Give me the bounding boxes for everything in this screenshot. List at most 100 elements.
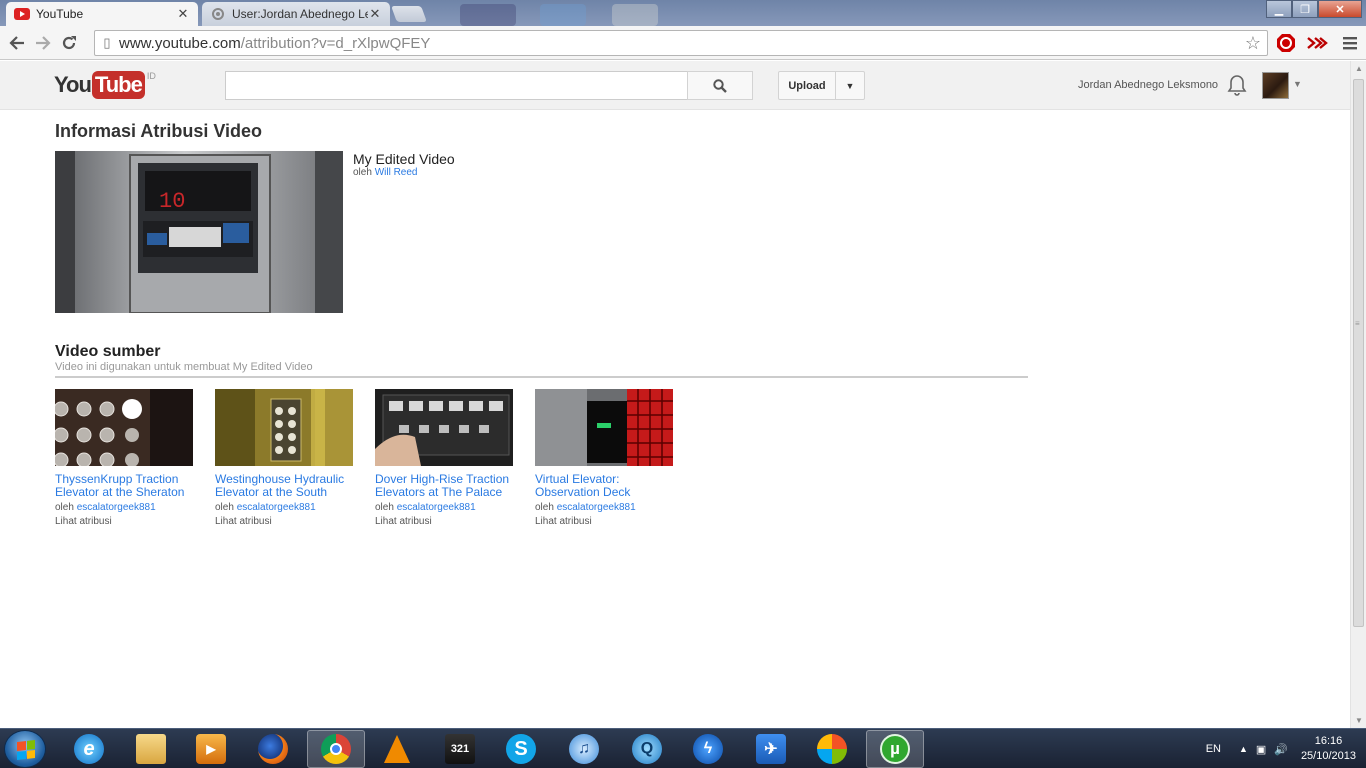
view-attribution-link[interactable]: Lihat atribusi (535, 516, 673, 527)
tab-user-page[interactable]: User:Jordan Abednego Lek ✕ (202, 2, 390, 26)
reload-icon[interactable] (56, 30, 82, 56)
source-video-title[interactable]: ThyssenKrupp Traction Elevator at the Sh… (55, 473, 193, 499)
taskbar-utorrent[interactable]: µ (866, 730, 924, 768)
video-byline: oleh Will Reed (353, 167, 418, 178)
taskbar-internet-explorer[interactable]: e (60, 730, 118, 768)
youtube-masthead: You Tube ID Upload ▼ Jordan Abednego Lek… (0, 61, 1350, 110)
source-video-title[interactable]: Westinghouse Hydraulic Elevator at the S… (215, 473, 353, 499)
close-window-icon[interactable]: ✕ (1318, 0, 1362, 18)
view-attribution-link[interactable]: Lihat atribusi (375, 516, 513, 527)
menu-icon[interactable] (1339, 32, 1361, 54)
source-video-thumbnail[interactable] (215, 389, 353, 466)
show-hidden-icons-icon[interactable]: ▲ (1239, 744, 1248, 754)
source-video-thumbnail[interactable] (535, 389, 673, 466)
close-tab-icon[interactable]: ✕ (176, 6, 190, 22)
clock-date: 25/10/2013 (1300, 750, 1356, 762)
view-attribution-link[interactable]: Lihat atribusi (55, 516, 193, 527)
video-title[interactable]: My Edited Video (353, 151, 455, 167)
source-video-title[interactable]: Virtual Elevator: Observation Deck Eleva… (535, 473, 673, 499)
adblock-extension-icon[interactable] (1275, 32, 1297, 54)
source-videos-heading: Video sumber (55, 343, 161, 360)
forward-arrow-icon[interactable] (30, 30, 56, 56)
youtube-logo[interactable]: You Tube ID (54, 71, 156, 99)
scrollbar-thumb[interactable] (1353, 79, 1364, 627)
taskbar-chrome[interactable] (307, 730, 365, 768)
page-title: Informasi Atribusi Video (55, 121, 263, 141)
windows-live-icon (817, 734, 847, 764)
channel-link[interactable]: escalatorgeek881 (397, 502, 476, 513)
close-tab-icon[interactable]: ✕ (368, 6, 382, 22)
firefox-icon (258, 734, 288, 764)
channel-link[interactable]: escalatorgeek881 (237, 502, 316, 513)
author-link[interactable]: Will Reed (375, 167, 418, 178)
new-tab-button[interactable] (391, 6, 427, 22)
page-icon: ▯ (103, 35, 111, 50)
taskbar-media-player-classic[interactable]: 321 (431, 730, 489, 768)
vlc-cone-icon (384, 735, 410, 763)
browser-toolbar: ▯ www.youtube.com/attribution?v=d_rXlpwQ… (0, 26, 1366, 60)
back-arrow-icon[interactable] (4, 30, 30, 56)
utorrent-icon: µ (880, 734, 910, 764)
search-input[interactable] (225, 71, 688, 100)
avatar[interactable] (1262, 72, 1289, 99)
upload-button[interactable]: Upload (778, 71, 836, 100)
scroll-up-icon[interactable]: ▲ (1355, 64, 1363, 73)
clock[interactable]: 16:16 25/10/2013 (1301, 734, 1356, 764)
bookmark-star-icon[interactable]: ☆ (1245, 33, 1261, 54)
taskbar-file-explorer[interactable] (122, 730, 180, 768)
maximize-icon[interactable]: ❐ (1292, 0, 1318, 18)
quicktime-icon: Q (632, 734, 662, 764)
lightning-icon: ϟ (693, 734, 723, 764)
username[interactable]: Jordan Abednego Leksmono (1078, 79, 1218, 91)
taskbar-flight-app[interactable]: ✈ (742, 730, 800, 768)
media-player-icon: ▶ (196, 734, 226, 764)
browser-tab-strip: YouTube ✕ User:Jordan Abednego Lek ✕ ▁ ❐… (0, 0, 1366, 26)
clock-time: 16:16 (1314, 735, 1343, 747)
page-favicon-icon (210, 8, 226, 20)
source-video-list: ThyssenKrupp Traction Elevator at the Sh… (55, 389, 695, 527)
scrollbar-grip-icon: ≡ (1355, 319, 1360, 328)
itunes-icon: ♫ (569, 734, 599, 764)
video-thumbnail[interactable]: 10 (55, 151, 343, 313)
minimize-icon[interactable]: ▁ (1266, 0, 1292, 18)
extension-icon[interactable] (1306, 32, 1328, 54)
network-icon[interactable]: ▣ (1256, 743, 1266, 756)
source-video-thumbnail[interactable] (55, 389, 193, 466)
source-video-card: Virtual Elevator: Observation Deck Eleva… (535, 389, 673, 527)
account-chevron-down-icon[interactable]: ▼ (1293, 79, 1302, 89)
search-button[interactable] (687, 71, 753, 100)
upload-menu-chevron-down-icon[interactable]: ▼ (835, 71, 865, 100)
tab-youtube[interactable]: YouTube ✕ (6, 2, 198, 26)
taskbar-skype[interactable]: S (492, 730, 550, 768)
taskbar-media-player[interactable]: ▶ (182, 730, 240, 768)
windows-logo-icon (17, 740, 35, 760)
taskbar-firefox[interactable] (244, 730, 302, 768)
media-player-classic-icon: 321 (445, 734, 475, 764)
source-video-title[interactable]: Dover High-Rise Traction Elevators at Th… (375, 473, 513, 499)
chrome-icon (321, 734, 351, 764)
channel-link[interactable]: escalatorgeek881 (557, 502, 636, 513)
source-video-card: Westinghouse Hydraulic Elevator at the S… (215, 389, 353, 527)
start-button[interactable] (4, 730, 46, 768)
scroll-down-icon[interactable]: ▼ (1355, 716, 1363, 725)
channel-link[interactable]: escalatorgeek881 (77, 502, 156, 513)
source-video-card: Dover High-Rise Traction Elevators at Th… (375, 389, 513, 527)
address-bar[interactable]: ▯ www.youtube.com/attribution?v=d_rXlpwQ… (94, 30, 1268, 56)
video-info: My Edited Video oleh Will Reed (353, 151, 455, 178)
skype-icon: S (506, 734, 536, 764)
taskbar-itunes[interactable]: ♫ (555, 730, 613, 768)
url-path: /attribution?v=d_rXlpwQFEY (240, 34, 431, 52)
source-video-card: ThyssenKrupp Traction Elevator at the Sh… (55, 389, 193, 527)
view-attribution-link[interactable]: Lihat atribusi (215, 516, 353, 527)
taskbar-vlc[interactable] (368, 730, 426, 768)
page-scrollbar[interactable]: ▲ ≡ ▼ (1350, 61, 1366, 728)
taskbar-flash[interactable]: ϟ (679, 730, 737, 768)
source-video-thumbnail[interactable] (375, 389, 513, 466)
volume-icon[interactable]: 🔊 (1274, 743, 1288, 756)
language-indicator[interactable]: EN (1206, 743, 1221, 755)
window-controls: ▁ ❐ ✕ (1266, 0, 1362, 18)
main-content: Informasi Atribusi Video 10 My Edited Vi… (0, 111, 1350, 728)
notification-bell-icon[interactable] (1227, 74, 1247, 96)
taskbar-quicktime[interactable]: Q (618, 730, 676, 768)
taskbar-windows-live[interactable] (803, 730, 861, 768)
